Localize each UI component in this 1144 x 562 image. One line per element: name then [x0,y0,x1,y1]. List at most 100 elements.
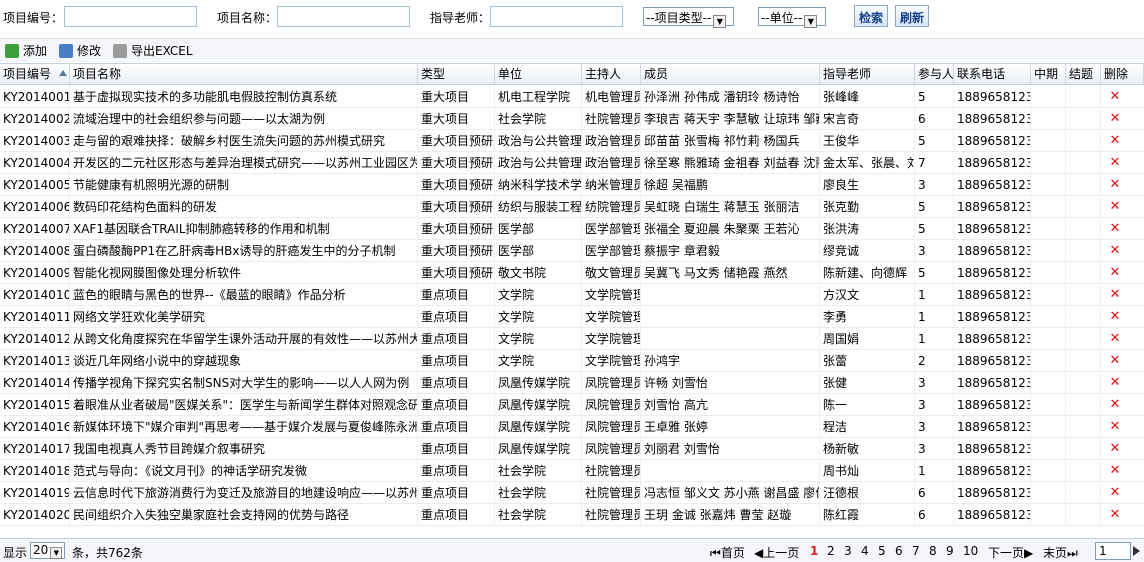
col-members-header[interactable]: 成员 [641,64,820,85]
cell-unit: 凤凰传媒学院 [495,372,582,394]
col-unit-header[interactable]: 单位 [495,64,582,85]
cell-type: 重点项目 [418,328,495,350]
delete-icon[interactable]: ✕ [1108,288,1122,302]
add-button[interactable]: 添加 [5,43,47,59]
cell-host: 纺院管理员 [582,196,641,218]
table-row[interactable]: KY2014002 流域治理中的社会组织参与问题——以太湖为例 重大项目 社会学院 社院… [0,108,1144,130]
delete-icon[interactable]: ✕ [1108,244,1122,258]
table-row[interactable]: KY2014010 蓝色的眼睛与黑色的世界--《最蓝的眼睛》作品分析 重点项目 文学院… [0,284,1144,306]
page-7-link[interactable]: 7 [912,544,920,558]
delete-icon[interactable]: ✕ [1108,376,1122,390]
cell-count: 1 [915,328,954,350]
cell-final [1066,460,1101,482]
cell-code: KY2014013 [0,350,70,372]
cell-unit: 凤凰传媒学院 [495,394,582,416]
sort-asc-icon [59,70,67,76]
search-button[interactable]: 检索 [854,5,889,27]
cell-teacher: 张洪涛 [820,218,915,240]
first-page-button[interactable]: ⏮首页 [710,544,745,561]
cell-midterm [1031,130,1066,152]
delete-icon[interactable]: ✕ [1108,200,1122,214]
table-row[interactable]: KY2014008 蛋白磷酸酶PP1在乙肝病毒HBx诱导的肝癌发生中的分子机制 重大… [0,240,1144,262]
table-row[interactable]: KY2014013 谈近几年网络小说中的穿越现象 重点项目 文学院 文学院管理 孙鸿宇 张蕾… [0,350,1144,372]
refresh-button[interactable]: 刷新 [895,5,930,27]
table-row[interactable]: KY2014014 传播学视角下探究实名制SNS对大学生的影响——以人人网为例 重点… [0,372,1144,394]
delete-icon[interactable]: ✕ [1108,112,1122,126]
page-5-link[interactable]: 5 [878,544,886,558]
next-page-button[interactable]: 下一页▶ [988,544,1033,561]
project-code-input[interactable] [64,6,197,27]
col-phone-header[interactable]: 联系电话 [954,64,1031,85]
cell-midterm [1031,262,1066,284]
delete-icon[interactable]: ✕ [1108,134,1122,148]
page-4-link[interactable]: 4 [861,544,869,558]
cell-unit: 社会学院 [495,504,582,526]
col-name-header[interactable]: 项目名称 [70,64,418,85]
table-row[interactable]: KY2014018 范式与导向：《说文月刊》的神话学研究发微 重点项目 社会学院 社院管… [0,460,1144,482]
cell-host: 文学院管理 [582,284,641,306]
project-name-input[interactable] [277,6,410,27]
delete-icon[interactable]: ✕ [1108,398,1122,412]
page-size-select[interactable]: 20 ▼ [30,542,66,559]
table-row[interactable]: KY2014003 走与留的艰难抉择：破解乡村医生流失问题的苏州模式研究 重大项目预… [0,130,1144,152]
page-number-input[interactable]: 1 [1095,542,1131,560]
table-row[interactable]: KY2014017 我国电视真人秀节目跨媒介叙事研究 重点项目 凤凰传媒学院 凤院管理员… [0,438,1144,460]
delete-icon[interactable]: ✕ [1108,222,1122,236]
table-row[interactable]: KY2014007 XAF1基因联合TRAIL抑制肺癌转移的作用和机制 重大项目预研… [0,218,1144,240]
table-row[interactable]: KY2014016 新媒体环境下"媒介审判"再思考——基于媒介发展与夏俊峰陈永洲重… [0,416,1144,438]
col-final-header[interactable]: 结题 [1066,64,1101,85]
cell-unit: 纳米科学技术学 [495,174,582,196]
delete-icon[interactable]: ✕ [1108,266,1122,280]
page-6-link[interactable]: 6 [895,544,903,558]
table-row[interactable]: KY2014011 网络文学狂欢化美学研究 重点项目 文学院 文学院管理 李勇 1 18896… [0,306,1144,328]
delete-icon[interactable]: ✕ [1108,332,1122,346]
delete-icon[interactable]: ✕ [1108,442,1122,456]
project-type-select[interactable]: --项目类型-- ▼ [643,7,734,28]
page-3-link[interactable]: 3 [844,544,852,558]
col-teacher-header[interactable]: 指导老师 [820,64,915,85]
page-2-link[interactable]: 2 [827,544,835,558]
table-row[interactable]: KY2014015 着眼准从业者破局"医媒关系"：医学生与新闻学生群体对照观念研究… [0,394,1144,416]
col-type-header[interactable]: 类型 [418,64,495,85]
cell-phone: 1889658123 [954,284,1031,306]
teacher-input[interactable] [490,6,623,27]
delete-icon[interactable]: ✕ [1108,464,1122,478]
cell-host: 文学院管理 [582,328,641,350]
export-excel-button[interactable]: 导出EXCEL [113,43,193,59]
cell-teacher: 张健 [820,372,915,394]
go-page-icon[interactable] [1133,546,1140,556]
delete-icon[interactable]: ✕ [1108,90,1122,104]
page-10-link[interactable]: 10 [963,544,978,558]
col-delete-header[interactable]: 删除 [1101,64,1144,85]
col-host-header[interactable]: 主持人 [582,64,641,85]
table-row[interactable]: KY2014001 基于虚拟现实技术的多功能肌电假肢控制仿真系统 重大项目 机电工程学… [0,86,1144,108]
table-row[interactable]: KY2014009 智能化视网膜图像处理分析软件 重大项目预研 敬文书院 敬文管理员 吴冀… [0,262,1144,284]
cell-count: 6 [915,482,954,504]
prev-page-button[interactable]: ◀上一页 [754,544,799,561]
edit-button[interactable]: 修改 [59,43,101,59]
delete-icon[interactable]: ✕ [1108,508,1122,522]
delete-icon[interactable]: ✕ [1108,178,1122,192]
last-page-button[interactable]: 末页⏭ [1043,544,1078,561]
col-count-header[interactable]: 参与人 [915,64,954,85]
cell-type: 重大项目预研 [418,218,495,240]
page-9-link[interactable]: 9 [946,544,954,558]
delete-icon[interactable]: ✕ [1108,310,1122,324]
table-row[interactable]: KY2014005 节能健康有机照明光源的研制 重大项目预研 纳米科学技术学 纳米管理员… [0,174,1144,196]
table-row[interactable]: KY2014006 数码印花结构色面料的研发 重大项目预研 纺织与服装工程 纺院管理员吴… [0,196,1144,218]
cell-count: 3 [915,438,954,460]
table-row[interactable]: KY2014012从跨文化角度探究在华留学生课外活动开展的有效性——以苏州大学为… [0,328,1144,350]
project-table: KY2014001 基于虚拟现实技术的多功能肌电假肢控制仿真系统 重大项目 机电工程学… [0,86,1144,526]
table-row[interactable]: KY2014004 开发区的二元社区形态与差异治理模式研究——以苏州工业园区为例重… [0,152,1144,174]
delete-icon[interactable]: ✕ [1108,354,1122,368]
table-row[interactable]: KY2014019 云信息时代下旅游消费行为变迁及旅游目的地建设响应——以苏州为例… [0,482,1144,504]
delete-icon[interactable]: ✕ [1108,486,1122,500]
cell-unit: 社会学院 [495,460,582,482]
page-8-link[interactable]: 8 [929,544,937,558]
unit-select[interactable]: --单位-- ▼ [758,7,826,28]
delete-icon[interactable]: ✕ [1108,420,1122,434]
delete-icon[interactable]: ✕ [1108,156,1122,170]
table-row[interactable]: KY2014020 民间组织介入失独空巢家庭社会支持网的优势与路径 重点项目 社会学院… [0,504,1144,526]
col-midterm-header[interactable]: 中期 [1031,64,1066,85]
page-1-link[interactable]: 1 [810,544,818,558]
